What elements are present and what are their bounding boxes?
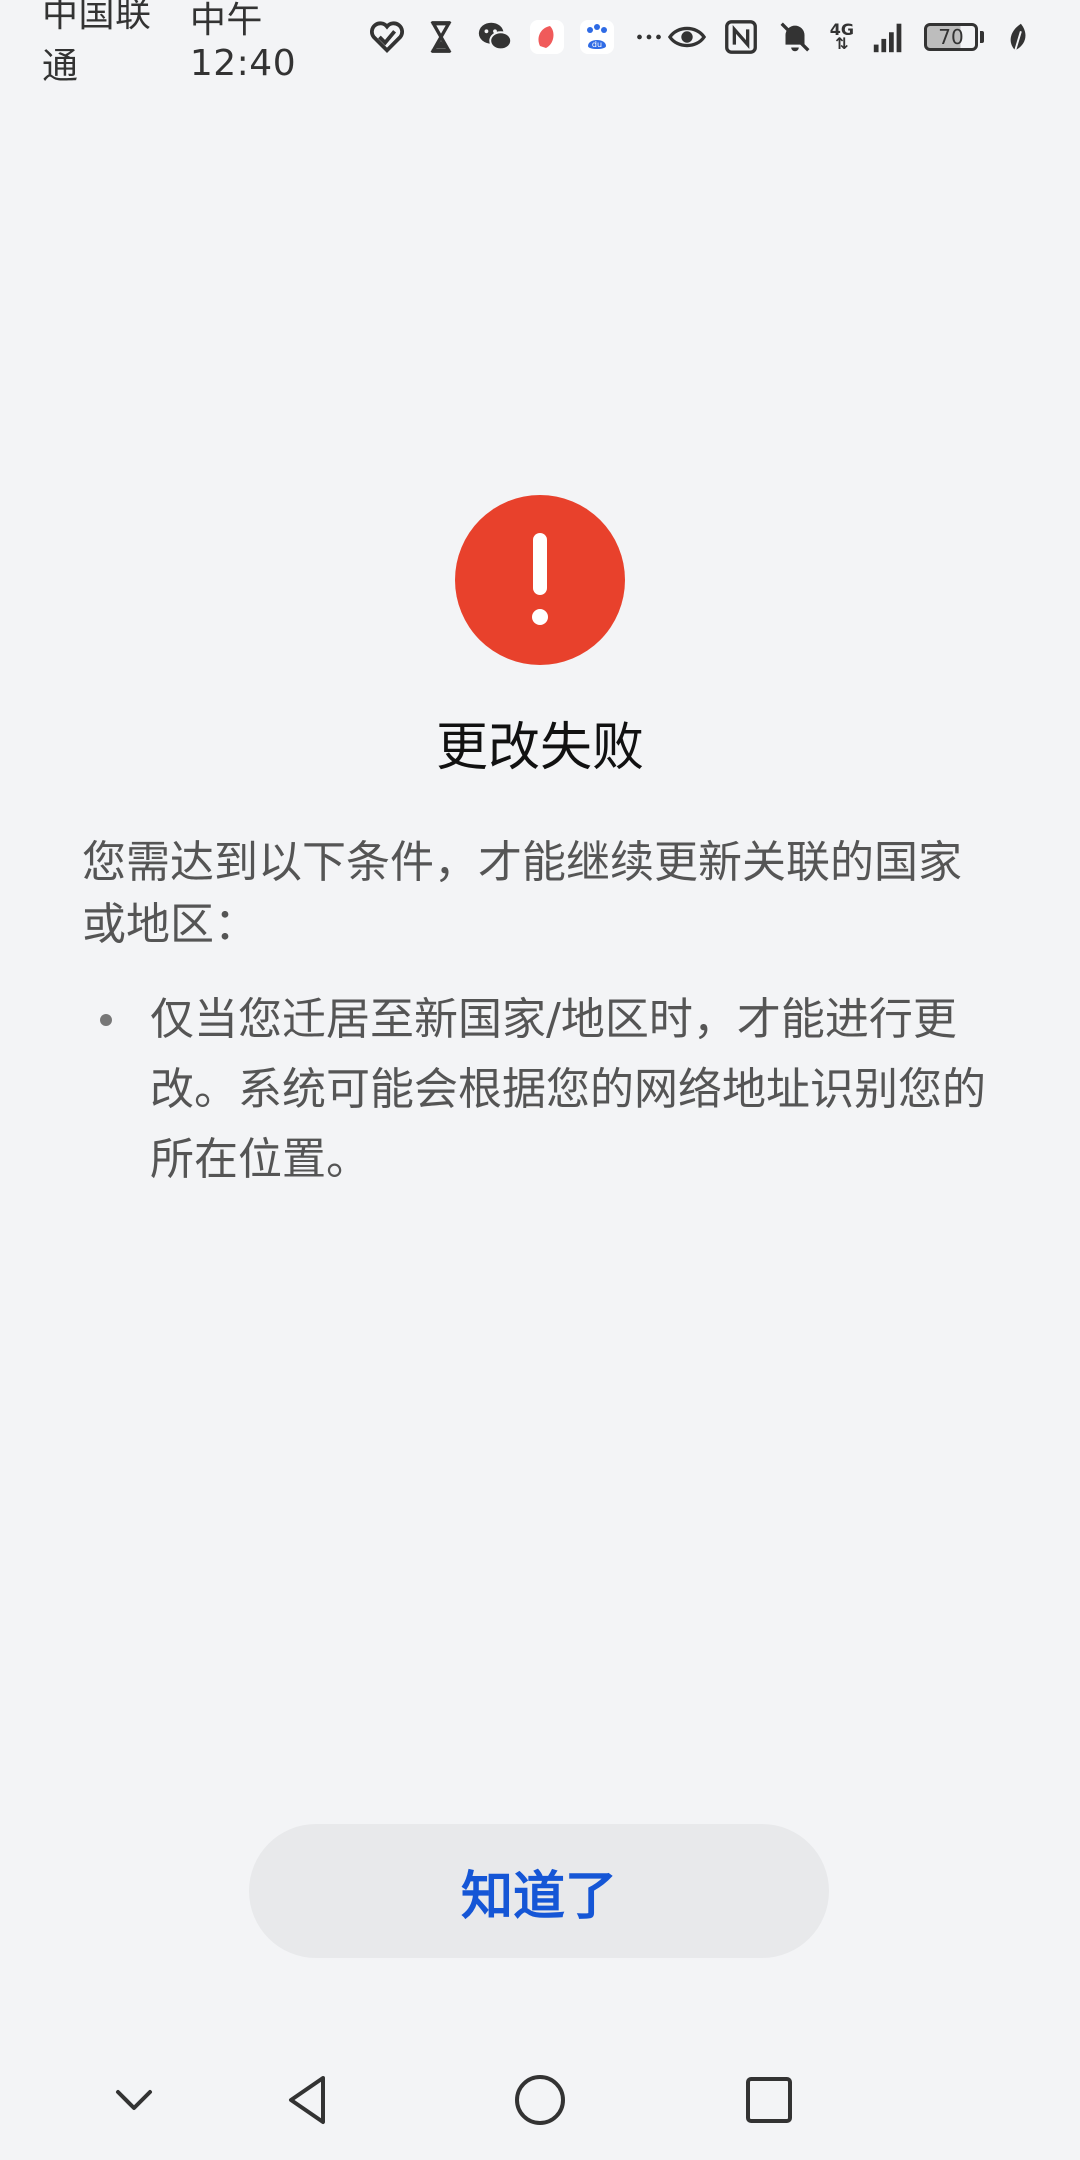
status-bar: 中国联通 中午12:40 du 4G ⇅ 70 bbox=[0, 0, 1080, 87]
battery-tip bbox=[980, 31, 984, 43]
exclamation-icon bbox=[455, 495, 625, 665]
svg-text:du: du bbox=[592, 40, 602, 49]
eye-icon bbox=[667, 18, 706, 56]
red-app-icon bbox=[529, 20, 564, 54]
dialog-description: 您需达到以下条件，才能继续更新关联的国家或地区： bbox=[82, 837, 962, 950]
condition-text: 仅当您迁居至新国家/地区时，才能进行更改。系统可能会根据您的网络地址识别您的所在… bbox=[150, 994, 986, 1185]
baidu-icon: du bbox=[579, 20, 614, 54]
data-arrows-icon: ⇅ bbox=[835, 34, 849, 53]
clock: 中午12:40 bbox=[189, 0, 297, 84]
status-bar-right: 4G ⇅ 70 bbox=[667, 18, 1038, 56]
home-icon[interactable] bbox=[510, 2070, 570, 2130]
heart-app-icon bbox=[368, 18, 406, 56]
leaf-icon bbox=[1000, 18, 1038, 56]
dialog-title: 更改失败 bbox=[435, 718, 644, 778]
carrier-name: 中国联通 bbox=[42, 0, 152, 87]
recents-icon[interactable] bbox=[739, 2070, 799, 2130]
bullet-dot-icon bbox=[100, 1014, 112, 1026]
navigation-bar bbox=[0, 2050, 1080, 2150]
status-bar-left: 中国联通 中午12:40 du bbox=[42, 0, 668, 89]
battery-icon: 70 bbox=[924, 23, 984, 51]
mute-bell-icon bbox=[776, 18, 814, 56]
more-icon bbox=[630, 18, 668, 56]
back-icon[interactable] bbox=[279, 2070, 339, 2130]
list-item: 仅当您迁居至新国家/地区时，才能进行更改。系统可能会根据您的网络地址识别您的所在… bbox=[82, 985, 998, 1195]
confirm-button[interactable]: 知道了 bbox=[249, 1824, 829, 1958]
battery-level: 70 bbox=[924, 23, 978, 51]
signal-icon bbox=[870, 18, 908, 56]
network-type: 4G ⇅ bbox=[830, 22, 854, 53]
hourglass-icon bbox=[422, 18, 460, 56]
collapse-chevron-icon[interactable] bbox=[104, 2070, 164, 2130]
wechat-icon bbox=[476, 18, 514, 56]
condition-list: 仅当您迁居至新国家/地区时，才能进行更改。系统可能会根据您的网络地址识别您的所在… bbox=[82, 985, 998, 1195]
nfc-icon bbox=[722, 18, 760, 56]
